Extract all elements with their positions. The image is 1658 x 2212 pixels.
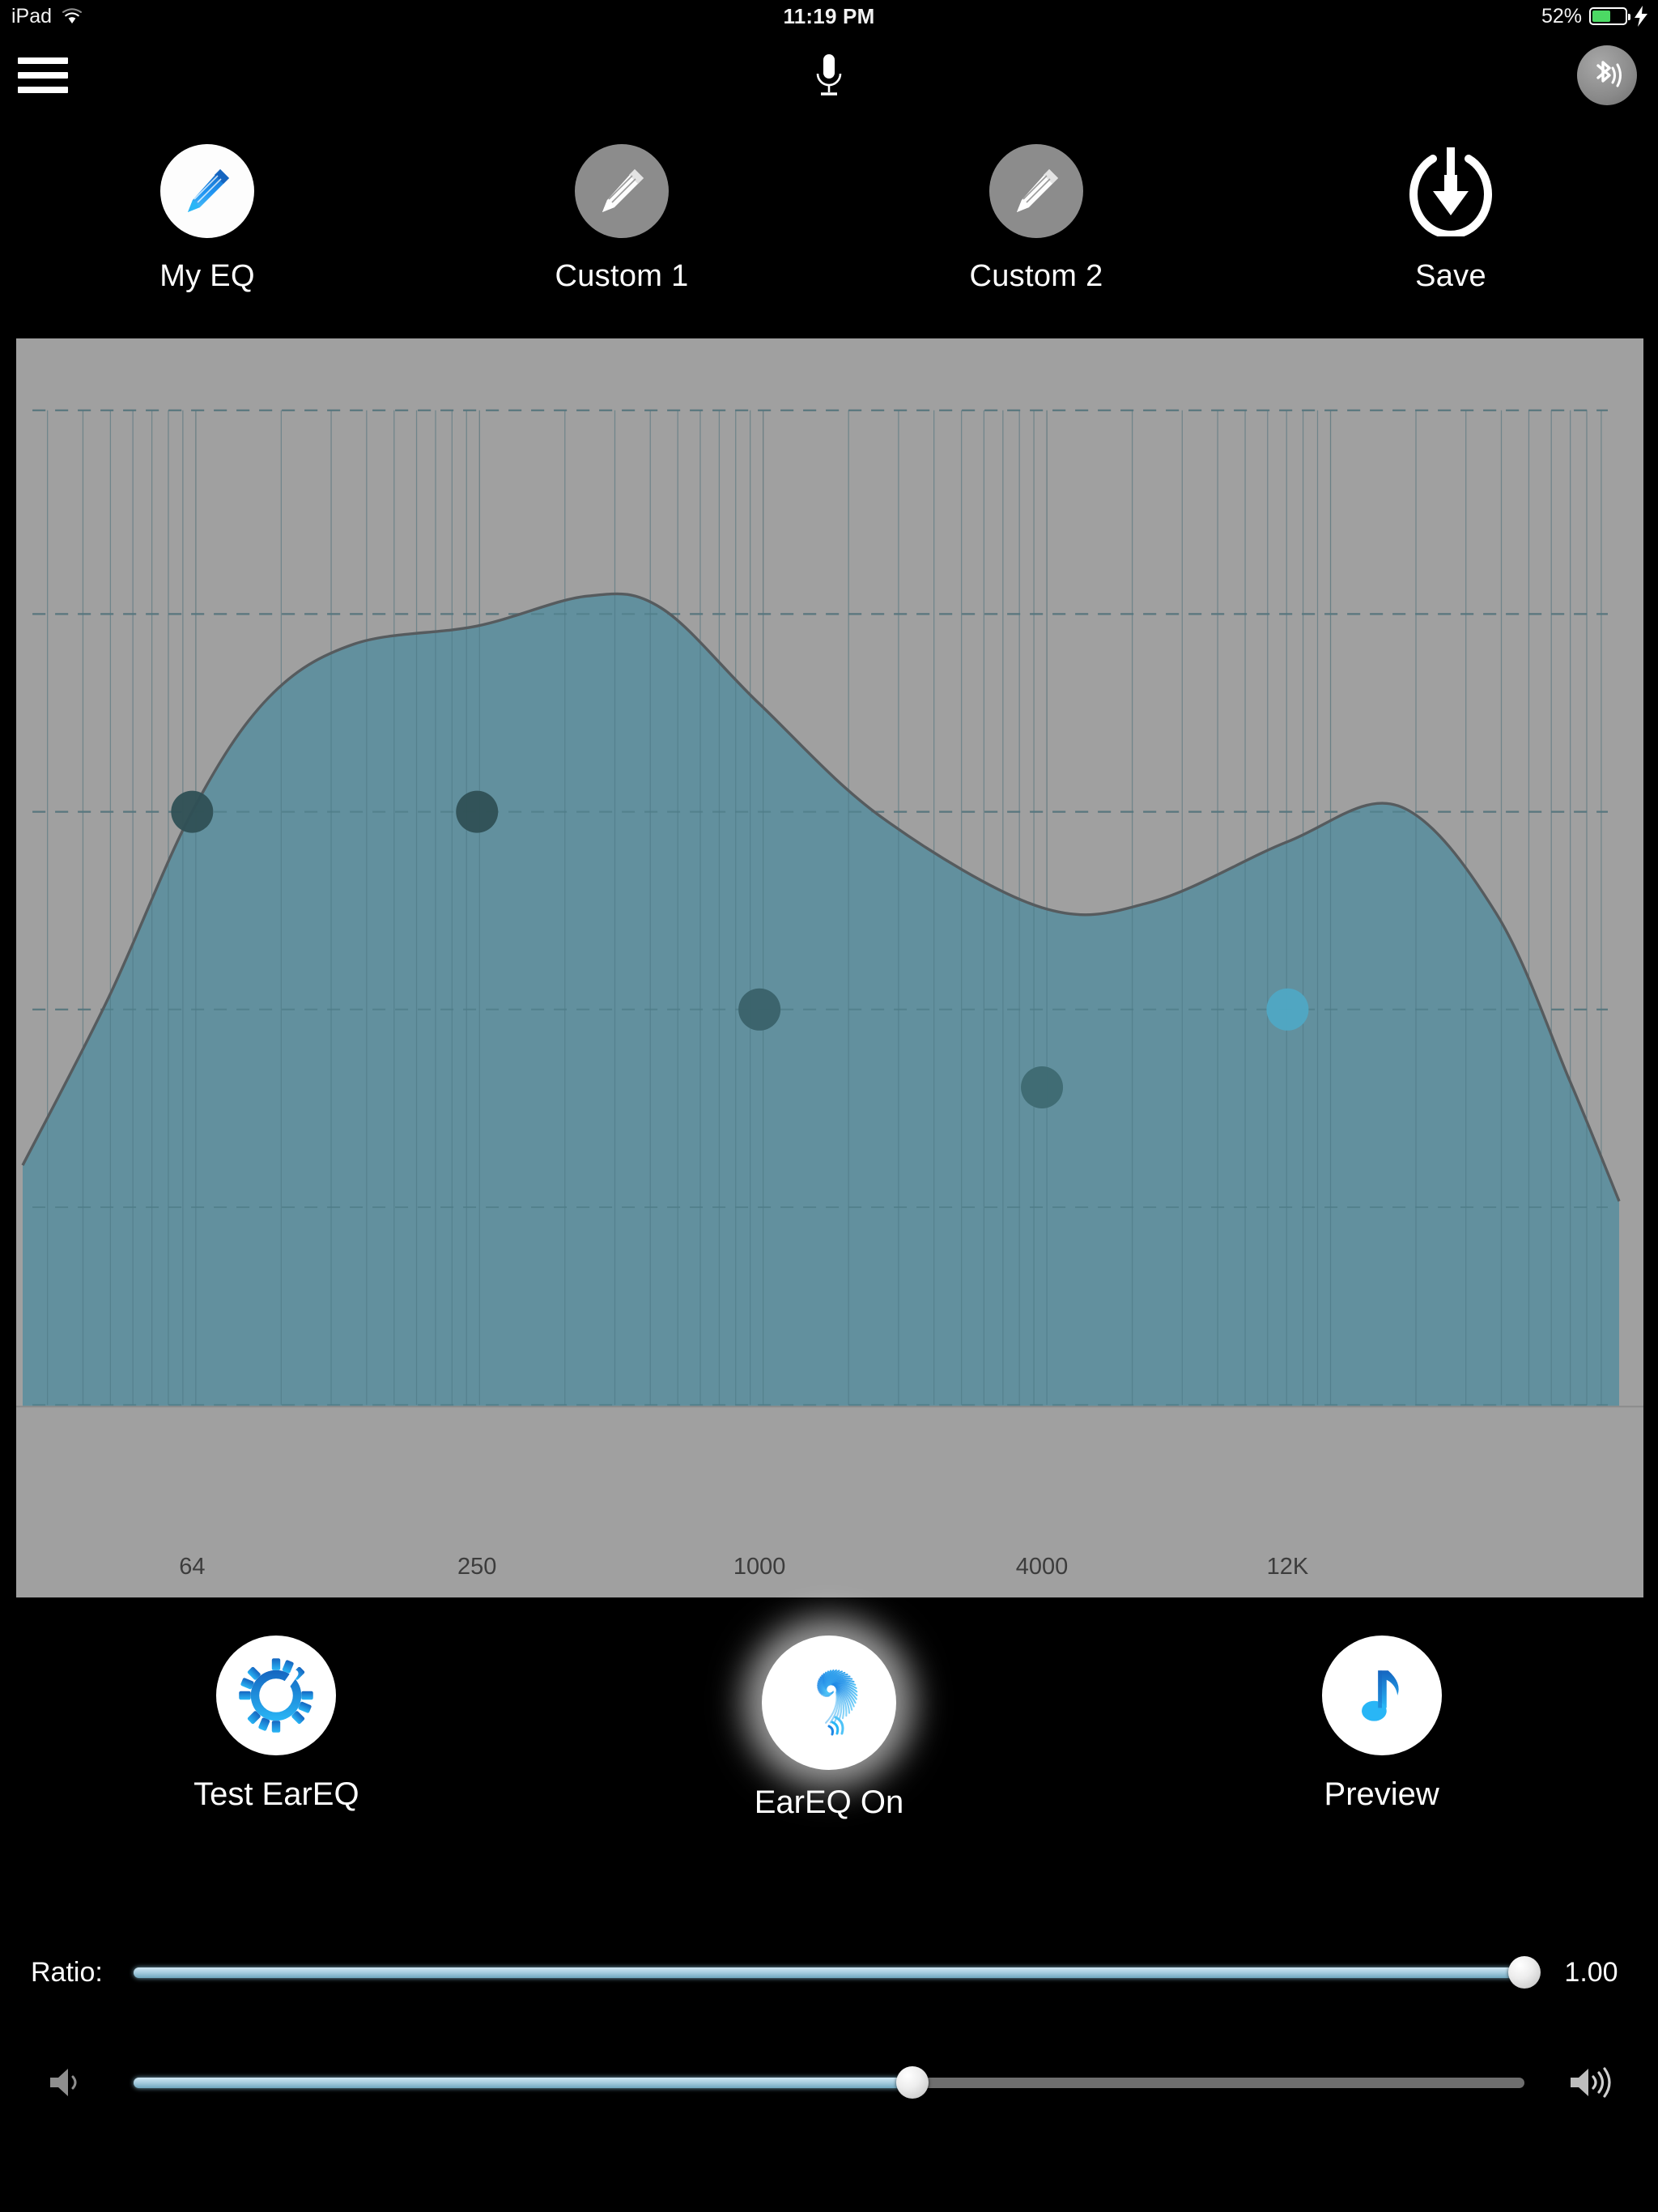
pencil-icon: [602, 169, 644, 212]
eq-graph-x-axis-labels: 64 250 1000 4000 12K: [16, 1554, 1643, 1591]
status-bar: iPad 11:19 PM 52%: [0, 0, 1658, 32]
top-navigation-bar: [0, 32, 1658, 117]
music-note-icon: [1361, 1670, 1399, 1721]
x-axis-tick-label: 4000: [1015, 1554, 1069, 1580]
preset-label-my-eq: My EQ: [159, 259, 255, 293]
preview-label: Preview: [1324, 1776, 1439, 1812]
pencil-icon: [188, 169, 229, 212]
x-axis-tick-label: 12K: [1266, 1554, 1309, 1580]
eq-graph-canvas[interactable]: [16, 338, 1643, 1597]
preset-button-my-eq[interactable]: My EQ: [0, 144, 414, 332]
test-eareq-button[interactable]: Test EarEQ: [0, 1636, 553, 1878]
speaker-low-icon[interactable]: [0, 2065, 134, 2100]
x-axis-tick-label: 64: [179, 1554, 206, 1580]
eareq-icon-circle: [762, 1636, 896, 1770]
preset-button-custom-2[interactable]: Custom 2: [829, 144, 1244, 332]
status-bar-time: 11:19 PM: [783, 3, 875, 28]
volume-slider-knob[interactable]: [896, 2066, 929, 2099]
battery-percent-label: 52%: [1541, 4, 1582, 28]
preset-icon-circle-custom-2: [989, 144, 1083, 238]
preset-label-save: Save: [1415, 259, 1486, 293]
ratio-slider-row: Ratio: 1.00: [0, 1943, 1658, 2001]
eq-graph[interactable]: 64 250 1000 4000 12K: [16, 338, 1643, 1597]
hamburger-menu-icon[interactable]: [18, 57, 68, 93]
preset-button-custom-1[interactable]: Custom 1: [414, 144, 829, 332]
pencil-icon: [1017, 169, 1058, 212]
volume-slider[interactable]: [134, 2057, 1524, 2108]
speaker-high-icon[interactable]: [1524, 2065, 1658, 2100]
preview-icon-circle: [1321, 1636, 1442, 1755]
preset-buttons-row: My EQ Custom 1 Custom 2 Save: [0, 144, 1658, 332]
eareq-toggle-button[interactable]: EarEQ On: [553, 1636, 1106, 1878]
volume-slider-row: [0, 2053, 1658, 2112]
x-axis-tick-label: 1000: [733, 1554, 786, 1580]
preset-icon-circle-custom-1: [575, 144, 669, 238]
preset-label-custom-2: Custom 2: [969, 259, 1103, 293]
x-axis-tick-label: 250: [457, 1554, 497, 1580]
action-buttons-row: Test EarEQ EarEQ On Preview: [0, 1636, 1658, 1878]
eareq-spiral-icon: [817, 1669, 858, 1736]
test-eareq-label: Test EarEQ: [193, 1776, 359, 1812]
microphone-icon[interactable]: [803, 49, 855, 101]
status-bar-right: 52%: [1541, 5, 1648, 28]
lightning-bolt-icon: [1635, 6, 1647, 27]
ratio-slider-knob[interactable]: [1508, 1956, 1541, 1989]
preset-button-save[interactable]: Save: [1244, 144, 1658, 332]
gear-check-icon: [239, 1658, 314, 1733]
test-eareq-icon-circle: [216, 1636, 337, 1755]
preset-icon-circle-my-eq: [160, 144, 254, 238]
preset-icon-circle-save: [1404, 144, 1498, 238]
battery-icon: [1589, 7, 1630, 25]
bluetooth-audio-icon[interactable]: [1577, 45, 1637, 105]
ratio-value: 1.00: [1564, 1956, 1618, 1988]
preset-label-custom-1: Custom 1: [555, 259, 689, 293]
preview-button[interactable]: Preview: [1105, 1636, 1658, 1878]
ratio-slider-fill: [134, 1967, 1524, 1978]
volume-slider-fill: [134, 2077, 913, 2088]
eareq-toggle-label: EarEQ On: [754, 1784, 904, 1820]
ratio-slider[interactable]: [134, 1946, 1541, 1998]
ratio-label: Ratio:: [31, 1956, 103, 1988]
save-power-download-icon: [1409, 147, 1492, 236]
